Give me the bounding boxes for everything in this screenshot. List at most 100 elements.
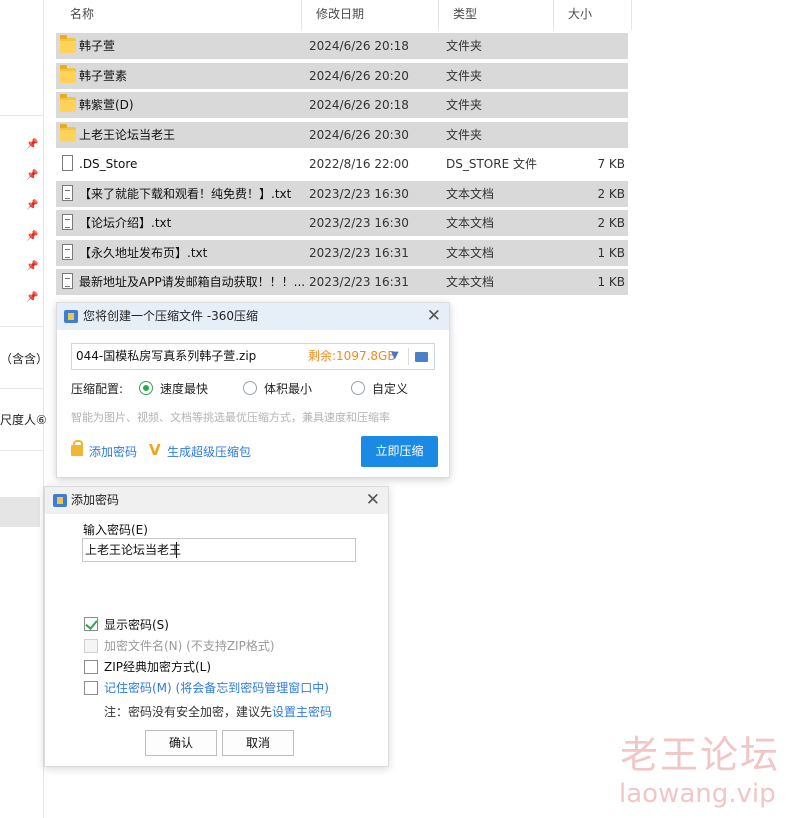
file-name: 【永久地址发布页】.txt xyxy=(79,245,208,260)
pin-icon[interactable]: 📌 xyxy=(26,170,38,182)
archive-filename[interactable]: 044-国模私房写真系列韩子萱.zip xyxy=(76,344,256,369)
zip-classic-checkbox[interactable] xyxy=(84,660,98,674)
column-name-label: 名称 xyxy=(70,7,95,21)
compress-now-button[interactable]: 立即压缩 xyxy=(361,436,438,467)
compress-dialog: 您将创建一个压缩文件 -360压缩 ✕ 044-国模私房写真系列韩子萱.zip … xyxy=(56,302,450,478)
nav-divider xyxy=(0,326,44,327)
file-type: 文件夹 xyxy=(446,98,483,112)
file-modified-date: 2023/2/23 16:30 xyxy=(309,186,409,201)
encrypt-filenames-checkbox xyxy=(84,639,98,653)
remember-password-checkbox[interactable] xyxy=(84,681,98,695)
folder-browse-icon[interactable] xyxy=(415,352,428,362)
file-name: 上老王论坛当老王 xyxy=(79,127,176,142)
sort-up-icon: ⌃ xyxy=(178,0,187,6)
column-type-label: 类型 xyxy=(453,7,478,21)
text-file-icon xyxy=(62,184,73,201)
compress-hint: 智能为图片、视频、文档等挑选最优压缩方式，兼具速度和压缩率 xyxy=(71,411,390,424)
file-row[interactable]: .DS_Store 2022/8/16 22:00 DS_STORE 文件 7 KB xyxy=(56,151,628,177)
radio-fastest-label[interactable]: 速度最快 xyxy=(160,381,208,397)
chevron-down-icon[interactable]: ▼ xyxy=(391,350,399,361)
nav-item-selected[interactable] xyxy=(0,497,40,527)
show-password-label[interactable]: 显示密码(S) xyxy=(104,617,169,633)
pin-icon[interactable]: 📌 xyxy=(26,139,38,151)
file-row[interactable]: 【论坛介绍】.txt 2023/2/23 16:30 文本文档 2 KB xyxy=(56,210,628,236)
security-note-text: 注：密码没有安全加密，建议先 xyxy=(104,705,273,719)
file-row[interactable]: 【来了就能下载和观看！纯免费！】.txt 2023/2/23 16:30 文本文档 2… xyxy=(56,180,628,207)
file-row[interactable]: 上老王论坛当老王 2024/6/26 20:30 文件夹 xyxy=(56,121,628,148)
column-type[interactable]: 类型 xyxy=(439,0,554,30)
password-dialog: 添加密码 ✕ 输入密码(E) 上老王论坛当老王 显示密码(S) 加密文件名(N)… xyxy=(44,486,389,767)
password-input[interactable]: 上老王论坛当老王 xyxy=(82,538,356,562)
password-value[interactable]: 上老王论坛当老王 xyxy=(85,539,181,561)
file-type: 文本文档 xyxy=(446,275,495,289)
radio-custom[interactable] xyxy=(351,381,365,395)
file-row[interactable]: 韩紫萱(D) 2024/6/26 20:18 文件夹 xyxy=(56,92,628,118)
column-size-label: 大小 xyxy=(568,7,593,21)
lock-icon xyxy=(71,440,83,456)
set-master-password-link[interactable]: 设置主密码 xyxy=(272,705,332,719)
pin-icon[interactable]: 📌 xyxy=(26,292,38,304)
folder-icon xyxy=(60,123,76,142)
file-name: 韩子萱素 xyxy=(79,68,128,83)
close-icon[interactable]: ✕ xyxy=(366,489,380,511)
security-note: 注：密码没有安全加密，建议先设置主密码 xyxy=(104,704,332,720)
file-size: 1 KB xyxy=(597,245,625,260)
column-size[interactable]: 大小 xyxy=(554,0,632,30)
nav-divider xyxy=(0,388,44,389)
file-name: 韩子萱 xyxy=(79,39,116,53)
pin-icon[interactable]: 📌 xyxy=(26,231,38,243)
file-size xyxy=(556,33,625,59)
file-modified-date: 2023/2/23 16:31 xyxy=(309,275,409,289)
file-row[interactable]: 韩子萱素 2024/6/26 20:20 文件夹 xyxy=(56,62,628,89)
file-name: 【论坛介绍】.txt xyxy=(79,216,172,230)
file-modified-date: 2023/2/23 16:30 xyxy=(309,216,409,230)
folder-icon xyxy=(60,35,76,53)
watermark-url: laowang.vip xyxy=(619,779,776,809)
column-modified-label: 修改日期 xyxy=(316,7,365,21)
watermark-title: 老王论坛 xyxy=(620,733,781,777)
radio-smallest[interactable] xyxy=(243,381,257,395)
radio-custom-label[interactable]: 自定义 xyxy=(372,381,408,397)
file-type: 文件夹 xyxy=(446,39,483,53)
cancel-button[interactable]: 取消 xyxy=(222,730,294,756)
file-modified-date: 2024/6/26 20:18 xyxy=(309,39,409,53)
file-row[interactable]: 最新地址及APP请发邮箱自动获取！！！.... 2023/2/23 16:31 文本… xyxy=(56,269,628,295)
ok-button[interactable]: 确认 xyxy=(145,730,217,756)
archive-path-field[interactable]: 044-国模私房写真系列韩子萱.zip 剩余:1097.8GB ▼ xyxy=(71,343,435,370)
super-pack-link[interactable]: 生成超级压缩包 xyxy=(167,444,251,460)
radio-smallest-label[interactable]: 体积最小 xyxy=(264,381,312,397)
text-file-icon xyxy=(62,214,73,230)
file-type: 文本文档 xyxy=(446,186,495,201)
navigation-pane: 📌 📌 📌 📌 📌 📌 （含含） 尺度人⑥ xyxy=(0,0,48,818)
file-modified-date: 2024/6/26 20:20 xyxy=(309,68,409,83)
divider xyxy=(408,348,409,365)
column-header: 名称 ⌃ 修改日期 类型 大小 xyxy=(56,0,632,30)
remember-password-label[interactable]: 记住密码(M) (将会备忘到密码管理窗口中) xyxy=(104,680,329,696)
show-password-checkbox[interactable] xyxy=(84,617,98,631)
compress-dialog-title: 您将创建一个压缩文件 -360压缩 xyxy=(83,309,259,323)
archive-app-icon xyxy=(53,494,67,507)
file-row[interactable]: 【永久地址发布页】.txt 2023/2/23 16:31 文本文档 1 KB xyxy=(56,239,628,266)
pin-icon[interactable]: 📌 xyxy=(26,261,38,273)
folder-icon xyxy=(60,94,76,112)
folder-icon xyxy=(60,64,76,83)
file-type: 文本文档 xyxy=(446,245,495,260)
radio-fastest[interactable] xyxy=(139,381,153,395)
text-file-icon xyxy=(62,243,73,260)
zip-classic-label[interactable]: ZIP经典加密方式(L) xyxy=(104,659,211,675)
nav-item-label[interactable]: 尺度人⑥ xyxy=(0,411,47,428)
nav-divider xyxy=(0,450,44,451)
compress-dialog-titlebar[interactable]: 您将创建一个压缩文件 -360压缩 ✕ xyxy=(57,303,449,330)
file-name: 韩紫萱(D) xyxy=(79,98,134,112)
file-modified-date: 2024/6/26 20:18 xyxy=(309,98,409,112)
file-row[interactable]: 韩子萱 2024/6/26 20:18 文件夹 xyxy=(56,33,628,59)
file-modified-date: 2022/8/16 22:00 xyxy=(309,157,409,171)
file-type: DS_STORE 文件 xyxy=(446,157,537,171)
pin-icon[interactable]: 📌 xyxy=(26,200,38,212)
nav-item-label[interactable]: （含含） xyxy=(0,350,48,367)
add-password-link[interactable]: 添加密码 xyxy=(89,444,137,460)
password-dialog-titlebar[interactable]: 添加密码 ✕ xyxy=(45,487,388,514)
close-icon[interactable]: ✕ xyxy=(427,305,441,327)
column-modified[interactable]: 修改日期 xyxy=(302,0,439,30)
file-name: .DS_Store xyxy=(79,157,138,171)
